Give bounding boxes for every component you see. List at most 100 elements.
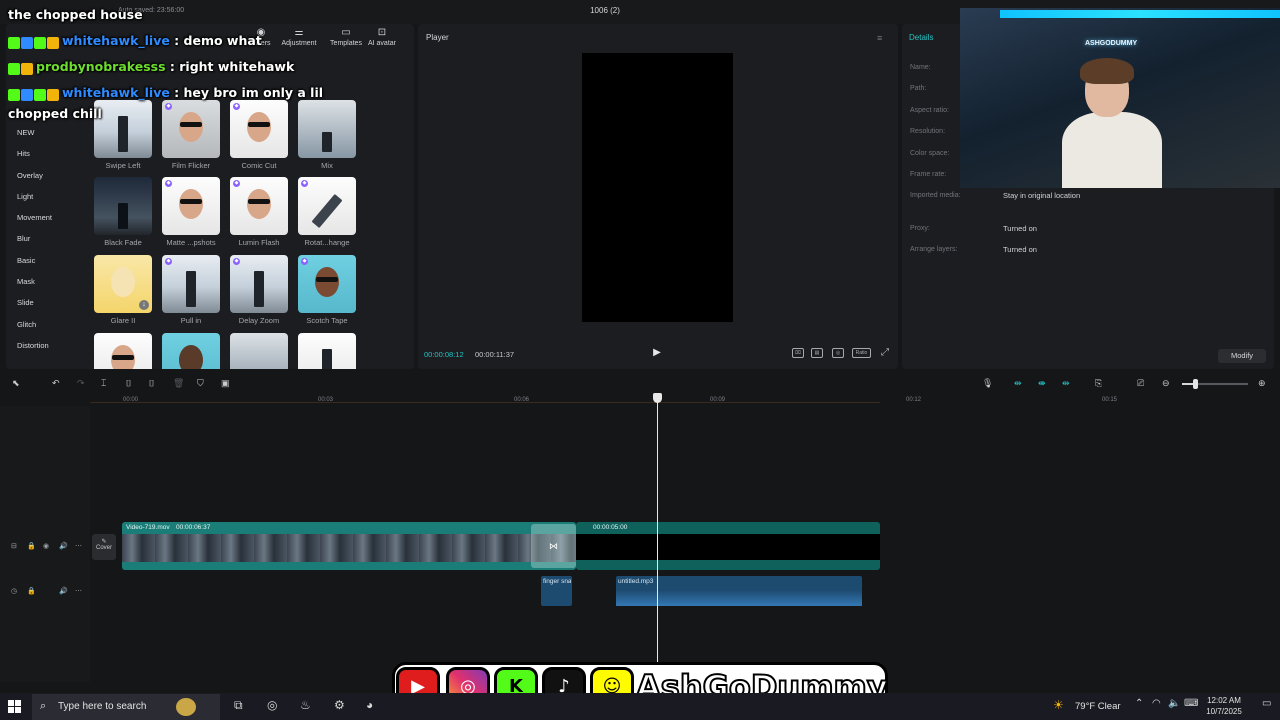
more-icon[interactable]: ⋯: [75, 542, 82, 550]
crop-icon[interactable]: ⌧: [792, 348, 804, 358]
wifi-app-icon[interactable]: ◎: [267, 698, 277, 712]
effect-tile[interactable]: [162, 333, 220, 369]
snapshot-icon[interactable]: ◎: [832, 348, 844, 358]
category-distortion[interactable]: Distortion: [6, 338, 86, 359]
category-slide[interactable]: Slide: [6, 295, 86, 316]
split-right-icon[interactable]: ⌷: [149, 378, 154, 389]
streamer-body: [1062, 112, 1162, 188]
effect-tile[interactable]: ↓ Glare II: [94, 255, 152, 325]
steam-icon[interactable]: ♨: [300, 698, 311, 712]
portrait-image: [111, 267, 135, 297]
effect-tile[interactable]: [94, 333, 152, 369]
notifications-icon[interactable]: ▭: [1262, 698, 1271, 709]
undo-icon[interactable]: ↶: [52, 378, 60, 389]
delete-icon[interactable]: 🗑: [173, 378, 184, 389]
total-timecode: 00:00:11:37: [475, 350, 515, 359]
effect-tile[interactable]: ◆ Film Flicker: [162, 100, 220, 170]
volume-icon[interactable]: 🔊: [59, 587, 68, 595]
category-overlay[interactable]: Overlay: [6, 168, 86, 189]
ruler-tick: 00:06: [514, 397, 530, 403]
download-icon[interactable]: ↓: [139, 300, 149, 310]
effect-tile[interactable]: [298, 333, 356, 369]
marker-icon[interactable]: ⛉: [197, 378, 204, 389]
transition-icon[interactable]: ⋈: [531, 524, 576, 568]
sunglasses-image: [112, 355, 134, 360]
fullscreen-icon[interactable]: ⤢: [881, 347, 889, 358]
cover-button[interactable]: ✎ Cover: [92, 534, 116, 560]
category-new[interactable]: NEW: [6, 125, 86, 146]
settings-icon[interactable]: ⚙: [334, 698, 345, 712]
lock-icon[interactable]: 🔒: [27, 587, 36, 595]
zoom-slider-handle[interactable]: [1193, 379, 1198, 389]
adjustment-icon: ⚌: [294, 27, 304, 38]
system-clock[interactable]: 12:02 AM 10/7/2025: [1202, 695, 1246, 717]
category-mask[interactable]: Mask: [6, 274, 86, 295]
chat-badges: [8, 60, 34, 75]
lock-icon[interactable]: 🔒: [27, 542, 36, 550]
link-main-track-icon[interactable]: ⇹: [1014, 378, 1022, 389]
menu-icon[interactable]: ≡: [877, 33, 882, 43]
volume-icon[interactable]: 🔈: [1168, 698, 1180, 709]
detail-value: Stay in original location: [1003, 191, 1081, 200]
category-movement[interactable]: Movement: [6, 210, 86, 231]
category-blur[interactable]: Blur: [6, 231, 86, 252]
neon-sign: ASHGODUMMY: [1085, 40, 1138, 47]
modify-button[interactable]: Modify: [1218, 349, 1266, 363]
chevron-up-icon[interactable]: ⌃: [1135, 698, 1143, 709]
effect-tile[interactable]: ◆ Comic Cut: [230, 100, 288, 170]
linkage-icon[interactable]: ⇹: [1062, 378, 1070, 389]
category-hits[interactable]: Hits: [6, 146, 86, 167]
category-basic[interactable]: Basic: [6, 253, 86, 274]
volume-icon[interactable]: 🔊: [59, 542, 68, 550]
effect-tile[interactable]: Black Fade: [94, 177, 152, 247]
redo-icon[interactable]: ↷: [77, 378, 85, 389]
weather-icon[interactable]: ☀: [1053, 698, 1064, 712]
chat-text: demo what: [183, 33, 262, 48]
full-quality-icon[interactable]: ▤: [811, 348, 823, 358]
image-icon[interactable]: ▣: [221, 378, 230, 389]
chat-continuation: chopped chill: [8, 106, 102, 121]
category-glitch[interactable]: Glitch: [6, 317, 86, 338]
ratio-button[interactable]: Ratio: [852, 348, 871, 358]
toolbar-adjustment[interactable]: ⚌ Adjustment: [277, 26, 321, 47]
category-light[interactable]: Light: [6, 189, 86, 210]
weather-text[interactable]: 79°F Clear: [1075, 701, 1121, 712]
toolbar-label: AI avatar: [367, 40, 396, 47]
tower-image: [118, 116, 128, 152]
subtitle-icon[interactable]: ⎚: [1137, 378, 1144, 389]
windows-start-icon[interactable]: [8, 700, 21, 713]
playhead-handle[interactable]: [653, 393, 662, 403]
language-icon[interactable]: ⌨: [1184, 698, 1198, 709]
play-button[interactable]: ▶: [650, 346, 664, 360]
sunglasses-image: [248, 199, 270, 204]
effect-tile[interactable]: [230, 333, 288, 369]
microphone-icon[interactable]: 🎙: [982, 378, 993, 389]
chat-message: prodbynobrakesss : right whitehawk: [8, 59, 294, 75]
preview-axis-icon[interactable]: ⎘: [1095, 378, 1102, 389]
task-view-icon[interactable]: ⧉: [234, 698, 243, 713]
eye-icon[interactable]: ◉: [43, 542, 49, 550]
effect-tile[interactable]: ◆ Lumin Flash: [230, 177, 288, 247]
clock-time: 12:02 AM: [1207, 696, 1241, 705]
zoom-in-icon[interactable]: ⊕: [1258, 378, 1266, 389]
magnet-icon[interactable]: ⇼: [1038, 378, 1046, 389]
network-icon[interactable]: ◠: [1152, 698, 1161, 709]
more-icon[interactable]: ⋯: [75, 587, 82, 595]
effect-tile[interactable]: ◆ Scotch Tape: [298, 255, 356, 325]
video-preview[interactable]: [582, 53, 733, 322]
effect-tile[interactable]: Swipe Left: [94, 100, 152, 170]
chrome-icon[interactable]: ◕: [366, 698, 373, 712]
effect-tile[interactable]: ◆ Delay Zoom: [230, 255, 288, 325]
select-tool-icon[interactable]: ⬉: [12, 378, 20, 389]
effect-tile[interactable]: ◆ Pull in: [162, 255, 220, 325]
effect-tile[interactable]: Mix: [298, 100, 356, 170]
effect-tile[interactable]: ◆ Matte ...pshots: [162, 177, 220, 247]
zoom-out-icon[interactable]: ⊖: [1162, 378, 1170, 389]
search-highlight-icon[interactable]: [176, 698, 196, 716]
playhead[interactable]: [657, 394, 658, 682]
split-left-icon[interactable]: ⌷: [126, 378, 131, 389]
split-icon[interactable]: ⌶: [101, 378, 106, 389]
ruler-bar[interactable]: [90, 394, 880, 403]
toolbar-ai-avatar[interactable]: ⊡ AI avatar: [360, 26, 404, 47]
effect-tile[interactable]: ◆ Rotat...hange: [298, 177, 356, 247]
